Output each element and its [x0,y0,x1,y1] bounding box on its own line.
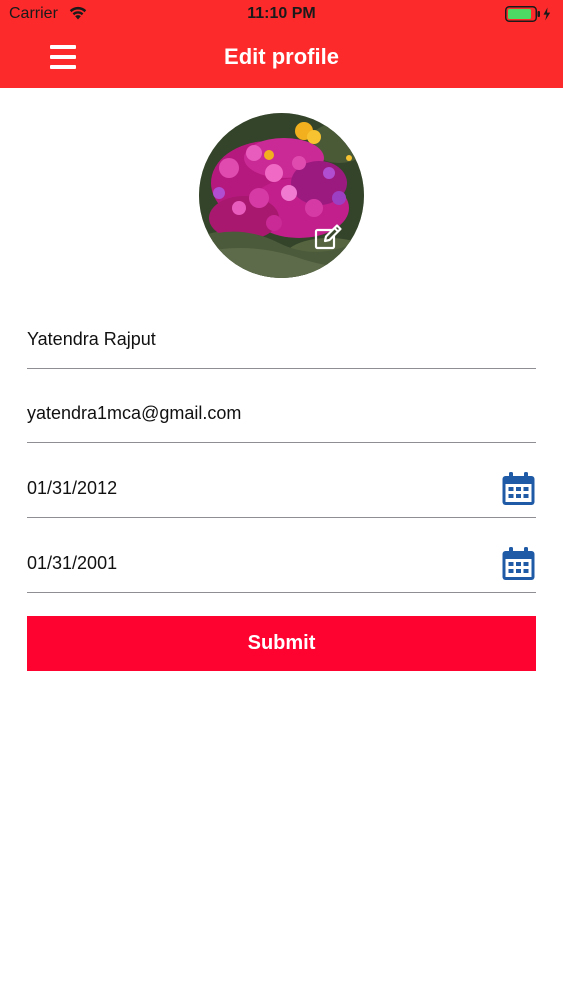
date-field-2[interactable] [27,536,487,590]
flower-photo [199,113,364,278]
submit-button[interactable]: Submit [27,616,536,671]
date-field-1-wrapper [27,461,536,518]
email-field[interactable] [27,386,487,440]
name-field-wrapper [27,312,536,369]
date-field-2-wrapper [27,536,536,593]
calendar-icon[interactable] [501,546,536,582]
page-title: Edit profile [224,44,339,69]
battery-icon [505,6,551,22]
nav-bar: Edit profile [0,28,563,88]
edit-pencil-icon[interactable] [313,222,343,252]
name-field[interactable] [27,312,487,366]
status-time: 11:10 PM [247,5,316,22]
calendar-icon[interactable] [501,471,536,507]
status-bar: Carrier 11:10 PM [0,0,563,28]
edit-profile-screen: Carrier 11:10 PM Edit profile Yatendra R… [0,0,563,1000]
profile-avatar[interactable] [199,113,364,278]
date-field-1[interactable] [27,461,487,515]
email-field-wrapper [27,386,536,443]
